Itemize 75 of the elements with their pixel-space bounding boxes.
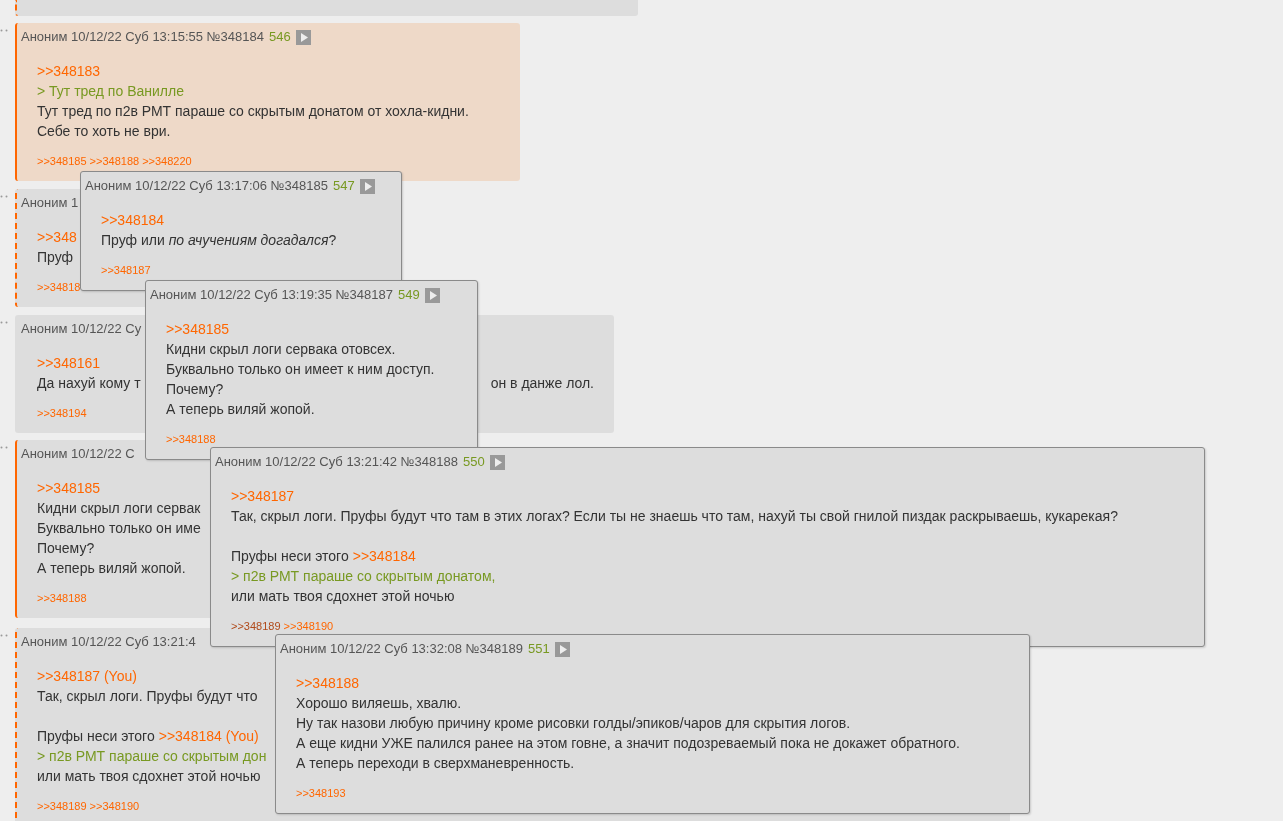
post-text: Буквально только он име [37, 519, 201, 538]
reply-link[interactable]: >>348189 [37, 798, 87, 814]
post-count: 551 [527, 640, 550, 659]
post-text: Так, скрыл логи. Пруфы будут что [37, 687, 258, 706]
reply-link[interactable]: >>348188 [89, 153, 140, 169]
quote-text: > п2в РМТ параше со скрытым дон [37, 747, 267, 766]
reply-link[interactable]: >>348185 [37, 478, 101, 498]
post-text: он в данже лол. [490, 374, 594, 393]
post-text: А теперь виляй жопой. [166, 400, 315, 419]
drag-handle-icon[interactable] [0, 195, 8, 198]
post-count: 550 [462, 453, 485, 472]
reply-link[interactable]: >>348187 [231, 486, 295, 506]
post-text: А теперь виляй жопой. [37, 559, 186, 578]
post-header-text: Аноним 10/12/22 Суб 13:19:35 №348187 [150, 286, 393, 305]
post-header-text: Аноним 10/12/22 С [21, 445, 135, 464]
post-text: Да нахуй кому т [37, 374, 141, 393]
post-header-text: Аноним 10/12/22 Суб 13:17:06 №348185 [85, 177, 328, 196]
post-text: Пруф [37, 248, 74, 267]
drag-handle-icon[interactable] [0, 446, 8, 449]
reply-link[interactable]: >>348190 [89, 798, 140, 814]
post-text: Себе то хоть не ври. [37, 122, 171, 141]
post-header-text: Аноним 1 [21, 194, 79, 213]
quote-text: > Тут тред по Ванилле [37, 82, 184, 101]
drag-handle-icon[interactable] [0, 634, 8, 637]
drag-handle-icon[interactable] [0, 29, 8, 32]
reply-link[interactable]: >>348184 (You) [158, 726, 259, 746]
reply-link[interactable]: >>348184 [101, 210, 165, 230]
reply-link[interactable]: >>348189 [231, 618, 281, 634]
post-text: Кидни скрыл логи сервак [37, 499, 201, 518]
post-header-text: Аноним 10/12/22 Суб 13:15:55 №348184 [21, 28, 264, 47]
post-text: Почему? [37, 539, 95, 558]
reply-link[interactable]: >>348187 [101, 262, 151, 278]
reply-link[interactable]: >>348185 [166, 319, 230, 339]
post-text: А теперь переходи в сверхманевренность. [296, 754, 575, 773]
reply-link[interactable]: >>348187 (You) [37, 666, 137, 686]
reply-link[interactable]: >>348190 [283, 618, 334, 634]
post-text: Пруфы неси этого [37, 727, 155, 746]
play-button[interactable] [554, 641, 570, 657]
post-text: Кидни скрыл логи сервака отовсех. [166, 340, 396, 359]
play-button[interactable] [424, 287, 440, 303]
play-button[interactable] [489, 454, 505, 470]
post-count: 549 [397, 286, 420, 305]
post-text: или мать твоя сдохнет этой ночью [231, 587, 455, 606]
reply-link[interactable]: >>348193 [296, 785, 346, 801]
reply-link[interactable]: >>34818 [37, 279, 81, 295]
post-count: 546 [268, 28, 291, 47]
reply-link[interactable]: >>348188 [296, 673, 360, 693]
reply-link[interactable]: >>348220 [142, 153, 192, 169]
reply-link[interactable]: >>348161 [37, 353, 101, 373]
reply-link[interactable]: >>348188 [166, 431, 216, 447]
post-text: Буквально только он имеет к ним доступ. [166, 360, 435, 379]
post-text: Пруф или по ачучениям догадался? [101, 231, 337, 250]
post-text: Так, скрыл логи. Пруфы будут что там в этих логах? Если ты не знаешь что там, нахуй ты свой гнилой пиздак раскрываешь, кукарекая? [231, 507, 1118, 526]
post-text: Ну так назови любую причину кроме рисовки голды/эпиков/чаров для скрытия логов. [296, 714, 851, 733]
reply-link[interactable]: >>348183 [37, 61, 101, 81]
post-header-text: Аноним 10/12/22 Суб 13:32:08 №348189 [280, 640, 523, 659]
reply-link[interactable]: >>348185 [37, 153, 87, 169]
play-button[interactable] [295, 29, 311, 45]
post-text: Почему? [166, 380, 224, 399]
quote-text: > п2в РМТ параше со скрытым донатом, [231, 567, 496, 586]
reply-link[interactable]: >>348184 [352, 546, 416, 566]
post-header-text: Аноним 10/12/22 Суб 13:21:4 [21, 633, 196, 652]
post-text: или мать твоя сдохнет этой ночью [37, 767, 261, 786]
post-text: Тут тред по п2в РМТ параше со скрытым донатом от хохла-кидни. [37, 102, 469, 121]
post-header-text: Аноним 10/12/22 Су [21, 320, 142, 339]
reply-link[interactable]: >>348188 [37, 590, 87, 606]
reply-link[interactable]: >>348 [37, 227, 77, 247]
play-button[interactable] [359, 178, 375, 194]
post-text: А еще кидни УЖЕ палился ранее на этом говне, а значит подозреваемый пока не докажет обратного. [296, 734, 960, 753]
post-text: Хорошо виляешь, хвалю. [296, 694, 462, 713]
post-header-text: Аноним 10/12/22 Суб 13:21:42 №348188 [215, 453, 458, 472]
post-text: Пруфы неси этого [231, 547, 349, 566]
reply-link[interactable]: >>348194 [37, 405, 87, 421]
post-count: 547 [332, 177, 355, 196]
drag-handle-icon[interactable] [0, 321, 8, 324]
